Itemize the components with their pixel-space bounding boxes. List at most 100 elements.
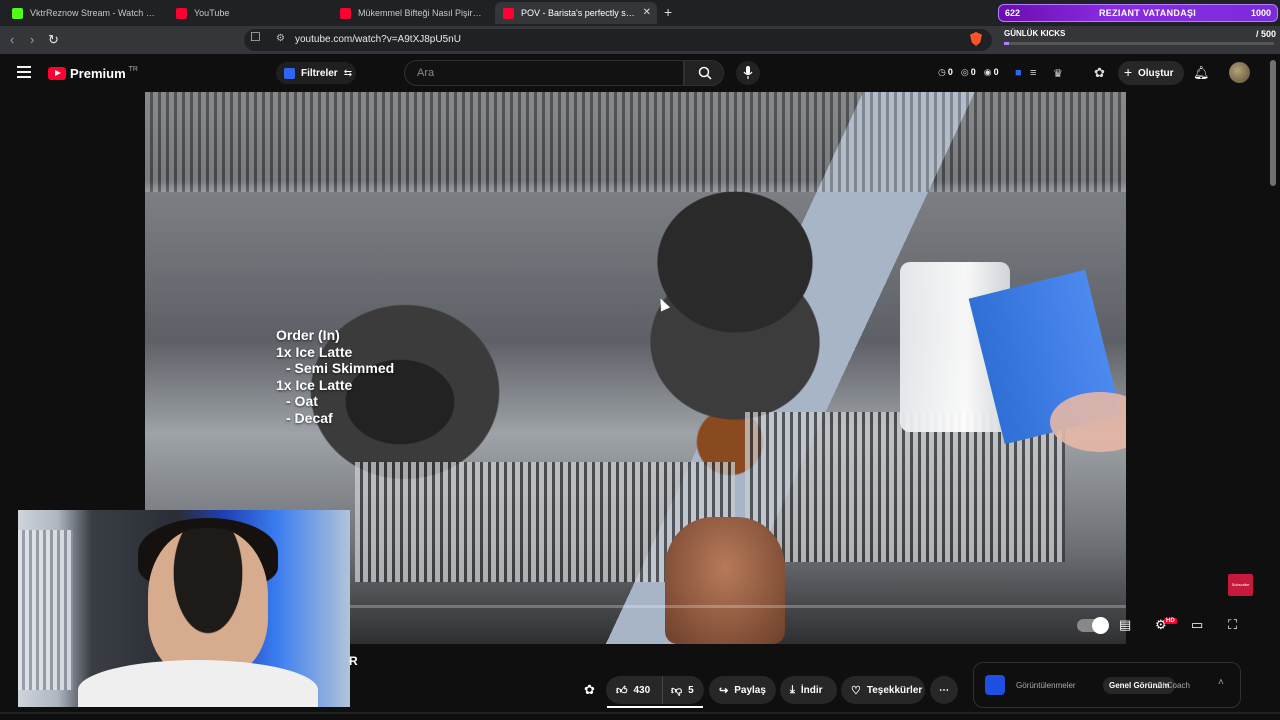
kick-icon (12, 7, 23, 19)
address-bar[interactable]: ⚙ youtube.com/watch?v=A9tXJ8pU5nU (244, 29, 992, 51)
youtube-icon (340, 7, 351, 19)
stat-value: 0 (970, 67, 976, 77)
kicks-label: GÜNLÜK KICKS (1004, 29, 1066, 38)
share-label: Paylaş (734, 684, 766, 696)
menu-icon[interactable] (17, 66, 31, 78)
bookmark-icon[interactable]: ☐ (250, 30, 261, 44)
download-icon: ⤓ (790, 683, 795, 696)
goal-title: REZIANT VATANDAŞI (1099, 8, 1197, 18)
stat-value: 0 (947, 67, 953, 77)
bookshelf (18, 530, 73, 690)
super-thanks-icon: ♡ (851, 684, 861, 697)
thanks-button[interactable]: ♡ Teşekkürler (841, 676, 925, 704)
thumbs-up-icon: 👍︎ (616, 684, 628, 697)
tab-barista-video[interactable]: POV - Barista's perfectly synchronized w… (495, 2, 657, 24)
close-icon[interactable]: ✕ (643, 7, 651, 18)
site-settings-icon[interactable]: ⚙ (276, 33, 285, 44)
microphone-icon (743, 66, 753, 79)
filters-button[interactable]: Filtreler ⇆ (276, 62, 356, 84)
theater-mode-icon[interactable]: ▭ (1191, 617, 1203, 633)
streamer-face (148, 528, 268, 678)
thumbs-down-icon: 👎︎ (671, 684, 683, 697)
eye-icon: ◉ 0 (983, 67, 999, 77)
extension-puzzle-icon[interactable]: ✿ (1094, 65, 1105, 81)
video-progress-bar[interactable] (350, 605, 1126, 608)
order-line: 1x Ice Latte (276, 343, 353, 360)
like-button[interactable]: 👍︎ 430 (606, 676, 662, 704)
barista-hand (665, 517, 785, 644)
logo-text: Premium (70, 66, 126, 81)
iq-extension-icon (284, 67, 295, 79)
back-icon[interactable]: ‹ (10, 32, 14, 47)
order-line: 1x Ice Latte (276, 376, 353, 393)
search-input[interactable] (417, 67, 667, 79)
share-button[interactable]: ↪ Paylaş (709, 676, 776, 704)
autoplay-toggle[interactable] (1077, 617, 1109, 634)
thanks-label: Teşekkürler (866, 684, 923, 696)
order-overlay: Order (In) 1x Ice Latte - Semi Skimmed 1… (276, 327, 394, 426)
clock-icon: ◷ 0 (938, 67, 953, 77)
order-line: Order (In) (276, 327, 340, 343)
order-line: - Semi Skimmed (286, 360, 395, 376)
notifications-icon[interactable]: 🔔︎ (1193, 65, 1210, 81)
create-button[interactable]: Oluştur (1118, 61, 1184, 85)
chevron-up-icon[interactable]: ˄ (1218, 677, 1224, 688)
tab-youtube[interactable]: YouTube (168, 2, 328, 24)
url-text: youtube.com/watch?v=A9tXJ8pU5nU (295, 34, 461, 45)
iq-logo-icon (985, 675, 1005, 695)
country-code: TR (128, 66, 138, 73)
tab-title: POV - Barista's perfectly synchronized w… (521, 8, 637, 18)
stat-value: 0 (993, 67, 999, 77)
list-icon[interactable]: ≡ (1030, 67, 1036, 79)
fullscreen-icon[interactable]: ⛶ (1228, 617, 1237, 633)
share-icon: ↪ (719, 684, 729, 697)
tab-kick-stream[interactable]: VktrReznow Stream - Watch Live (4, 2, 164, 24)
mouse-cursor (655, 296, 671, 312)
daily-kicks-widget: GÜNLÜK KICKS / 500 (1004, 27, 1276, 51)
voice-search-button[interactable] (736, 61, 760, 85)
more-icon: ⋯ (939, 684, 949, 696)
title-fragment: R (349, 654, 358, 668)
avatar[interactable] (1229, 62, 1250, 83)
streamer-webcam (18, 510, 350, 707)
hd-badge: HD (1164, 618, 1177, 624)
page-scrollbar[interactable] (1270, 60, 1276, 186)
kicks-progress-fill (1004, 42, 1010, 45)
subscribe-watermark[interactable]: Subscribe (1228, 574, 1253, 596)
new-tab-button[interactable]: + (664, 4, 672, 20)
filters-label: Filtreler (301, 67, 338, 79)
trophy-icon[interactable]: ♛ (1053, 67, 1063, 80)
kicks-progress-track (1004, 42, 1274, 45)
youtube-icon (176, 7, 187, 19)
dislike-button[interactable]: 👎︎ 5 (662, 676, 704, 704)
dislike-count: 5 (688, 684, 694, 696)
tab-title: Mükemmel Bifteği Nasıl Pişiririz - YouTu… (358, 8, 482, 18)
forward-icon[interactable]: › (30, 32, 34, 47)
tab-ai-coach[interactable]: AI Coach (1151, 677, 1196, 694)
reload-icon[interactable]: ↻ (48, 32, 59, 48)
stream-goal-bar: 622 REZIANT VATANDAŞI 1000 (998, 4, 1278, 22)
create-label: Oluştur (1138, 67, 1174, 79)
extension-puzzle-icon[interactable]: ✿ (584, 682, 595, 698)
goal-right-value: 1000 (1250, 8, 1271, 18)
download-button[interactable]: ⤓ İndir (780, 676, 837, 704)
youtube-logo[interactable]: Premium TR (48, 66, 138, 81)
tab-title: VktrReznow Stream - Watch Live (30, 8, 156, 18)
goal-left-value: 622 (1005, 8, 1021, 18)
search-icon (698, 66, 712, 80)
subtitles-icon[interactable]: ▤ (1119, 617, 1131, 633)
kicks-count: / 500 (1255, 29, 1276, 39)
extension-side-panel: Görüntülenmeler Genel Görünüm AI Coach ˄ (973, 662, 1241, 708)
search-button[interactable] (684, 60, 724, 86)
youtube-play-icon (48, 67, 66, 80)
order-line: - Decaf (286, 409, 333, 426)
progress-underline (607, 706, 703, 708)
streamer-towel (78, 660, 318, 707)
more-actions-button[interactable]: ⋯ (930, 676, 958, 704)
channel-stats: ◷ 0 ◎ 0 ◉ 0 (938, 67, 999, 78)
tab-steak-video[interactable]: Mükemmel Bifteği Nasıl Pişiririz - YouTu… (332, 2, 490, 24)
divider (0, 712, 1280, 714)
tab-views[interactable]: Görüntülenmeler (1010, 677, 1082, 694)
download-label: İndir (800, 684, 823, 696)
iq-badge-icon[interactable]: ■ (1015, 67, 1022, 79)
